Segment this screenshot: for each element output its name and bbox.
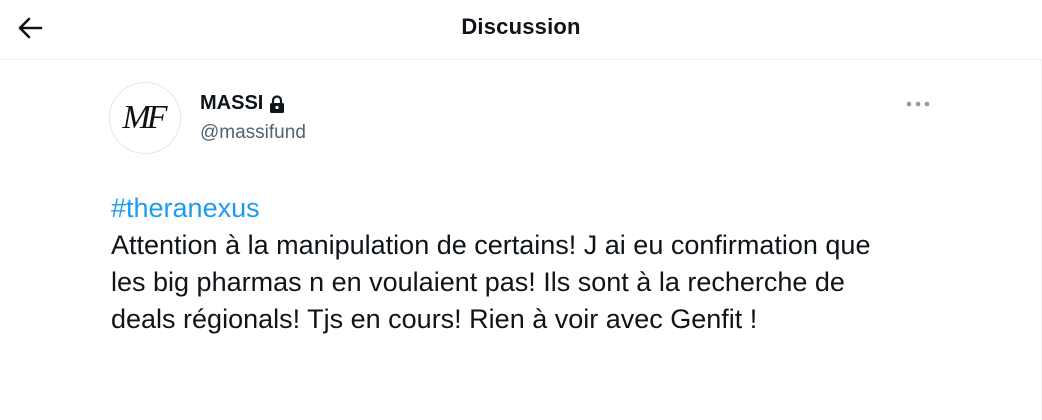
more-horizontal-icon bbox=[905, 95, 931, 113]
more-options-button[interactable] bbox=[898, 90, 938, 118]
author-handle[interactable]: @massifund bbox=[200, 122, 306, 144]
tweet-text: #theranexus Attention à la manipulation … bbox=[111, 190, 911, 338]
page-title: Discussion bbox=[461, 14, 581, 39]
display-name: MASSI bbox=[200, 92, 264, 114]
lock-icon bbox=[269, 94, 287, 114]
tweet-body: Attention à la manipulation de certains!… bbox=[111, 230, 871, 334]
avatar[interactable]: MF bbox=[109, 82, 181, 154]
top-bar: Discussion bbox=[0, 0, 1042, 60]
author-name-row[interactable]: MASSI bbox=[200, 92, 287, 115]
hashtag-link[interactable]: #theranexus bbox=[111, 190, 911, 227]
avatar-logo: MF bbox=[122, 99, 167, 136]
